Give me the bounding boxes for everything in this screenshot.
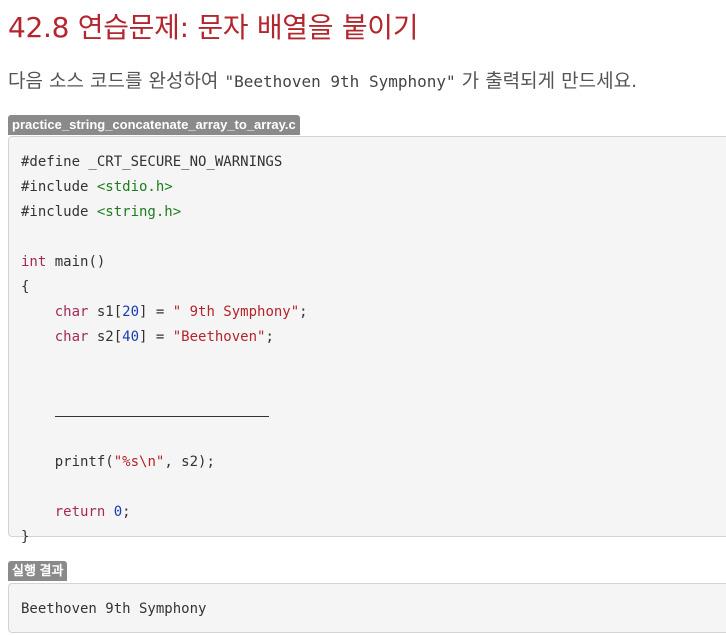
fill-in-blank	[54, 400, 269, 417]
code-line-6: {	[21, 279, 30, 295]
code-line-1: #define _CRT_SECURE_NO_WARNINGS	[21, 154, 283, 170]
result-block: Beethoven 9th Symphony	[8, 583, 726, 633]
result-output: Beethoven 9th Symphony	[21, 601, 207, 617]
source-code: #define _CRT_SECURE_NO_WARNINGS #include …	[9, 137, 726, 550]
code-line-15: return 0;	[54, 504, 131, 520]
source-filename-label: practice_string_concatenate_array_to_arr…	[8, 115, 300, 135]
code-line-13: printf("%s\n", s2);	[54, 454, 215, 470]
page-title: 42.8 연습문제: 문자 배열을 붙이기	[8, 11, 419, 44]
instruction-after: 가 출력되게 만드세요.	[455, 70, 638, 92]
code-line-2: #include <stdio.h>	[21, 179, 173, 195]
code-line-16: }	[21, 529, 30, 545]
instruction-before: 다음 소스 코드를 완성하여	[8, 70, 225, 92]
code-line-8: char s2[40] = "Beethoven";	[54, 329, 274, 345]
result-label: 실행 결과	[8, 561, 68, 581]
code-line-3: #include <string.h>	[21, 204, 182, 220]
code-line-7: char s1[20] = " 9th Symphony";	[54, 304, 308, 320]
instruction-text: 다음 소스 코드를 완성하여 "Beethoven 9th Symphony" …	[8, 66, 637, 93]
code-line-11-blank	[21, 400, 726, 425]
instruction-code: "Beethoven 9th Symphony"	[224, 72, 456, 91]
source-code-block: #define _CRT_SECURE_NO_WARNINGS #include …	[8, 136, 726, 545]
code-line-5: int main()	[21, 254, 106, 270]
